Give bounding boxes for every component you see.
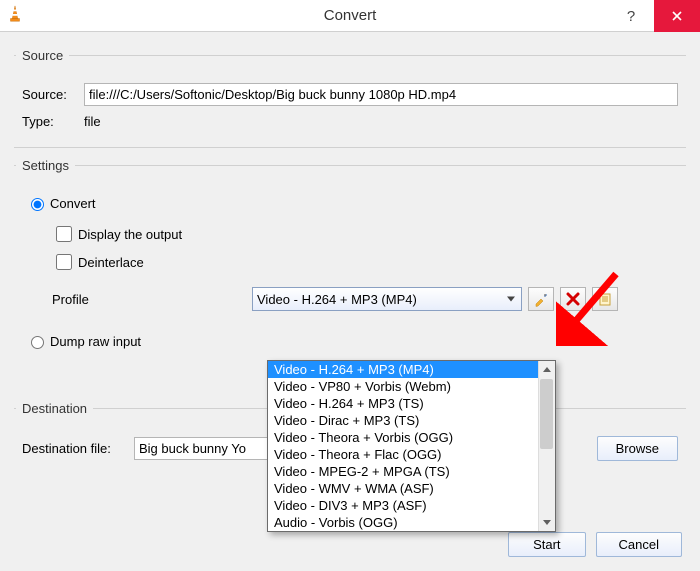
- close-icon: [672, 11, 682, 21]
- titlebar: Convert ?: [0, 0, 700, 32]
- display-output-label: Display the output: [78, 227, 182, 242]
- edit-profile-button[interactable]: [528, 287, 554, 311]
- source-input[interactable]: [84, 83, 678, 106]
- help-button[interactable]: ?: [608, 0, 654, 32]
- dump-raw-radio[interactable]: [31, 336, 44, 349]
- display-output-checkbox[interactable]: [56, 226, 72, 242]
- wrench-icon: [533, 291, 549, 307]
- profile-option[interactable]: Video - DIV3 + MP3 (ASF): [268, 497, 555, 514]
- profile-combobox[interactable]: Video - H.264 + MP3 (MP4): [252, 287, 522, 311]
- cancel-button[interactable]: Cancel: [596, 532, 682, 557]
- source-label: Source:: [22, 87, 84, 102]
- profile-option[interactable]: Video - Theora + Vorbis (OGG): [268, 429, 555, 446]
- destination-label: Destination file:: [22, 441, 134, 456]
- profile-option[interactable]: Video - WMV + WMA (ASF): [268, 480, 555, 497]
- settings-legend: Settings: [16, 158, 75, 173]
- profile-dropdown-list[interactable]: Video - H.264 + MP3 (MP4)Video - VP80 + …: [267, 360, 556, 532]
- profile-option[interactable]: Video - MPEG-2 + MPGA (TS): [268, 463, 555, 480]
- deinterlace-label: Deinterlace: [78, 255, 144, 270]
- dump-raw-label: Dump raw input: [50, 334, 141, 349]
- new-profile-button[interactable]: [592, 287, 618, 311]
- scrollbar-thumb[interactable]: [540, 379, 553, 449]
- profile-option[interactable]: Audio - Vorbis (OGG): [268, 514, 555, 531]
- scroll-up-icon[interactable]: [538, 361, 555, 378]
- profile-option[interactable]: Video - VP80 + Vorbis (Webm): [268, 378, 555, 395]
- delete-profile-button[interactable]: [560, 287, 586, 311]
- profile-label: Profile: [52, 292, 252, 307]
- close-button[interactable]: [654, 0, 700, 32]
- new-icon: [598, 292, 612, 306]
- scrollbar-track[interactable]: [538, 361, 555, 531]
- delete-icon: [566, 292, 580, 306]
- deinterlace-checkbox[interactable]: [56, 254, 72, 270]
- settings-group: Settings Convert Display the output Dein…: [14, 158, 686, 391]
- convert-radio[interactable]: [31, 198, 44, 211]
- profile-option[interactable]: Video - Theora + Flac (OGG): [268, 446, 555, 463]
- chevron-down-icon: [507, 297, 515, 302]
- browse-button[interactable]: Browse: [597, 436, 678, 461]
- source-legend: Source: [16, 48, 69, 63]
- window-title: Convert: [324, 7, 377, 24]
- profile-selected-text: Video - H.264 + MP3 (MP4): [257, 292, 417, 307]
- profile-option[interactable]: Video - Dirac + MP3 (TS): [268, 412, 555, 429]
- scroll-down-icon[interactable]: [538, 514, 555, 531]
- type-label: Type:: [22, 114, 84, 129]
- profile-option[interactable]: Video - H.264 + MP3 (MP4): [268, 361, 555, 378]
- destination-legend: Destination: [16, 401, 93, 416]
- convert-radio-label: Convert: [50, 196, 96, 211]
- start-button[interactable]: Start: [508, 532, 585, 557]
- type-value: file: [84, 114, 101, 129]
- profile-option[interactable]: Video - H.264 + MP3 (TS): [268, 395, 555, 412]
- source-group: Source Source: Type: file: [14, 48, 686, 148]
- vlc-cone-icon: [6, 4, 24, 27]
